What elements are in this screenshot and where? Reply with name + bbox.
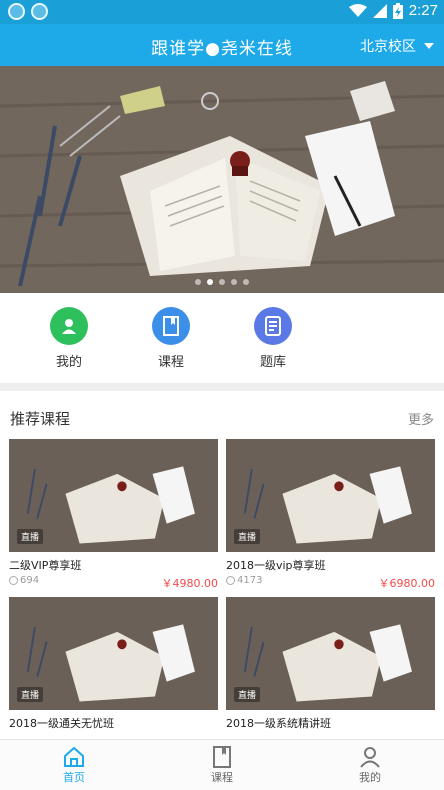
course-card[interactable]: 直播 2018一级通关无忧班 xyxy=(9,597,218,737)
live-badge: 直播 xyxy=(17,687,44,702)
carousel-dot-active[interactable] xyxy=(207,279,213,285)
course-card[interactable]: 直播 2018一级系统精讲班 xyxy=(226,597,435,737)
course-price: ￥6980.00 xyxy=(378,577,436,590)
tab-label: 首页 xyxy=(63,771,85,784)
shortcut-mine[interactable]: 我的 xyxy=(29,307,109,370)
notification-icons xyxy=(8,3,48,20)
bottom-tab-bar: 首页 课程 我的 xyxy=(0,739,444,790)
shortcut-grid: 我的 课程 题库 xyxy=(0,293,444,383)
shortcut-label: 课程 xyxy=(157,355,184,370)
app-bar: 跟谁学●尧米在线 北京校区 xyxy=(0,24,444,66)
live-badge: 直播 xyxy=(234,687,261,702)
shortcut-label: 我的 xyxy=(55,355,82,370)
carousel-dot[interactable] xyxy=(231,279,237,285)
shortcut-question-bank[interactable]: 题库 xyxy=(233,307,313,370)
course-card[interactable]: 直播 2018一级vip尊享班 4173 ￥6980.00 xyxy=(226,439,435,590)
viewers-icon xyxy=(226,576,235,585)
course-title: 2018一级系统精讲班 xyxy=(226,717,331,730)
course-title: 2018一级vip尊享班 xyxy=(226,559,326,572)
campus-selector[interactable]: 北京校区 xyxy=(360,36,434,56)
section-title: 推荐课程 xyxy=(10,410,71,428)
viewers-icon xyxy=(9,576,18,585)
user-icon xyxy=(50,307,88,345)
chevron-down-icon xyxy=(424,43,434,49)
carousel-dot[interactable] xyxy=(219,279,225,285)
wifi-icon xyxy=(348,3,367,17)
course-card[interactable]: 直播 二级VIP尊享班 694 ￥4980.00 xyxy=(9,439,218,590)
carousel-indicators xyxy=(0,279,444,285)
course-thumbnail: 直播 xyxy=(9,597,218,710)
clock: 2:27 xyxy=(408,2,438,19)
banner-image xyxy=(0,66,444,293)
live-badge: 直播 xyxy=(234,529,261,544)
signal-icon xyxy=(372,3,387,18)
system-icons: 2:27 xyxy=(348,2,438,19)
tab-mine[interactable]: 我的 xyxy=(330,745,410,785)
question-bank-icon xyxy=(254,307,292,345)
section-divider xyxy=(0,383,444,391)
carousel-dot[interactable] xyxy=(243,279,249,285)
battery-charging-icon xyxy=(392,2,403,19)
shortcut-label: 题库 xyxy=(259,355,286,370)
live-badge: 直播 xyxy=(17,529,44,544)
home-icon xyxy=(34,745,114,769)
recommended-header: 推荐课程 更多 xyxy=(0,391,444,437)
carousel-dot[interactable] xyxy=(195,279,201,285)
app-notification-icon xyxy=(8,3,25,20)
course-title: 二级VIP尊享班 xyxy=(9,559,82,572)
tab-label: 课程 xyxy=(211,771,233,784)
tab-label: 我的 xyxy=(359,771,381,784)
course-thumbnail: 直播 xyxy=(226,439,435,552)
course-thumbnail: 直播 xyxy=(226,597,435,710)
shortcut-course[interactable]: 课程 xyxy=(131,307,211,370)
status-bar: 2:27 xyxy=(0,0,444,24)
tab-home[interactable]: 首页 xyxy=(34,745,114,785)
course-price: ￥4980.00 xyxy=(161,577,219,590)
more-link[interactable]: 更多 xyxy=(408,409,434,428)
banner-carousel[interactable] xyxy=(0,66,444,293)
book-icon xyxy=(152,307,190,345)
viewer-count: 694 xyxy=(20,575,40,586)
tab-course[interactable]: 课程 xyxy=(182,745,262,785)
campus-label: 北京校区 xyxy=(360,39,416,55)
course-title: 2018一级通关无忧班 xyxy=(9,717,114,730)
course-icon xyxy=(182,745,262,769)
profile-icon xyxy=(330,745,410,769)
app-notification-icon xyxy=(31,3,48,20)
course-thumbnail: 直播 xyxy=(9,439,218,552)
viewer-count: 4173 xyxy=(237,575,263,586)
